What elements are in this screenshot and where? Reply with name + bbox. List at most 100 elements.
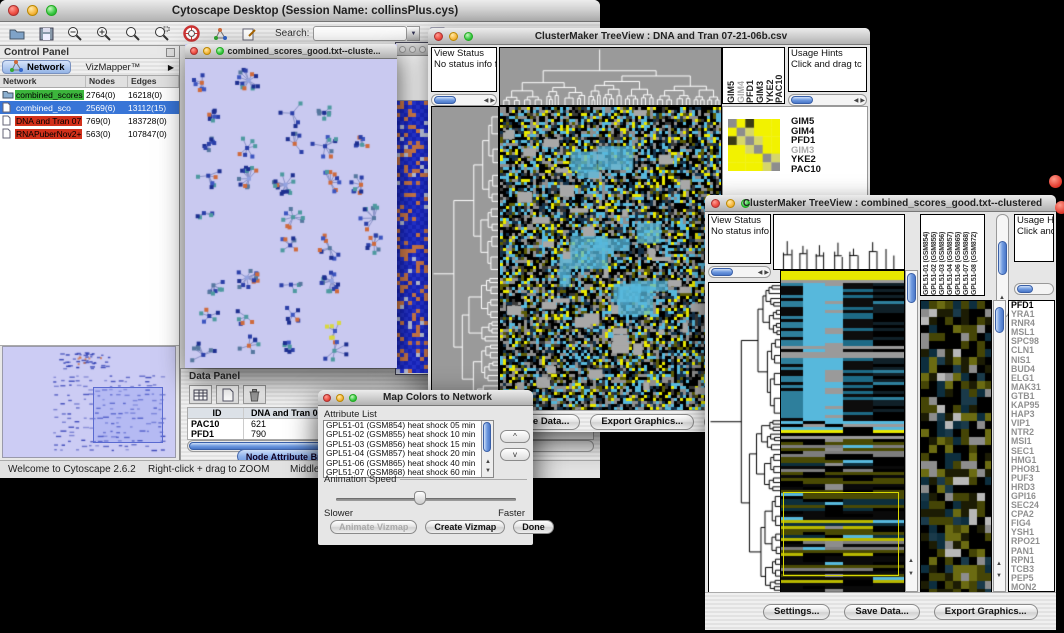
annotation-icon[interactable]: [237, 24, 261, 44]
network-row[interactable]: combined_sco2569(6)13112(15): [0, 101, 179, 114]
scroll-down-icon[interactable]: ▼: [908, 571, 914, 577]
scroll-left-icon[interactable]: ◀: [757, 269, 764, 276]
tab-vizmapper[interactable]: VizMapper™: [85, 62, 140, 73]
help-icon[interactable]: [179, 24, 203, 44]
delete-icon[interactable]: [243, 385, 266, 404]
export-graphics-button[interactable]: Export Graphics...: [934, 604, 1038, 620]
move-down-button[interactable]: v: [500, 448, 530, 461]
col-edges[interactable]: Edges: [128, 76, 179, 87]
network-row[interactable]: DNA and Tran 07769(0)183728(0): [0, 114, 179, 127]
usage-hints-scrollbar[interactable]: ◀ ▶: [788, 94, 867, 106]
scrollbar-thumb[interactable]: [483, 422, 491, 452]
heatmap-canvas[interactable]: [499, 106, 722, 412]
scroll-down-icon[interactable]: ▼: [996, 573, 1002, 579]
view-status-scrollbar[interactable]: ◀ ▶: [431, 94, 497, 106]
background-close-icon[interactable]: [1055, 201, 1064, 214]
main-titlebar[interactable]: Cytoscape Desktop (Session Name: collins…: [0, 0, 600, 22]
scroll-right-icon[interactable]: ▶: [763, 269, 770, 276]
close-button[interactable]: [323, 394, 331, 402]
scroll-right-icon[interactable]: ▶: [489, 97, 496, 104]
settings-button[interactable]: Settings...: [763, 604, 830, 620]
network-overview-panel[interactable]: [2, 346, 176, 458]
gene-label[interactable]: PAC10: [791, 165, 821, 175]
scroll-right-icon[interactable]: ▶: [859, 97, 866, 104]
minimize-button[interactable]: [449, 32, 458, 41]
zoom-heatmap-canvas[interactable]: [920, 300, 992, 594]
array-dendrogram-canvas[interactable]: [499, 47, 722, 106]
network-row[interactable]: RNAPuberNov2+563(0)107847(0): [0, 127, 179, 140]
export-graphics-button[interactable]: Export Graphics...: [590, 414, 694, 430]
minimize-button[interactable]: [203, 47, 211, 55]
heatmap-selection-rect[interactable]: [783, 492, 899, 576]
minimize-button[interactable]: [409, 46, 416, 53]
close-button[interactable]: [8, 5, 19, 16]
array-dendrogram-canvas[interactable]: [773, 214, 905, 270]
gene-label[interactable]: MON2: [1011, 583, 1054, 592]
network-icon[interactable]: [208, 24, 232, 44]
zoom-fit-icon[interactable]: [121, 24, 145, 44]
dialog-titlebar[interactable]: Map Colors to Network: [318, 390, 533, 406]
minimize-button[interactable]: [726, 199, 735, 208]
zoom-button[interactable]: [419, 46, 426, 53]
scroll-up-icon[interactable]: ▲: [485, 459, 491, 465]
network-view-canvas[interactable]: [185, 59, 397, 368]
speed-slider-track[interactable]: [336, 498, 516, 501]
scroll-left-icon[interactable]: ◀: [483, 97, 490, 104]
scrollbar-thumb[interactable]: [1017, 285, 1033, 293]
animate-vizmap-button[interactable]: Animate Vizmap: [330, 520, 417, 534]
tabs-overflow-arrow[interactable]: ▶: [168, 63, 174, 72]
gene-dendrogram-canvas[interactable]: [708, 282, 782, 594]
network-view-titlebar[interactable]: combined_scores_good.txt--cluste...: [185, 44, 397, 59]
genelist-vscrollbar[interactable]: ▲ ▼: [993, 300, 1006, 592]
zoom-in-icon[interactable]: [92, 24, 116, 44]
float-panel-icon[interactable]: [166, 48, 175, 57]
tab-network[interactable]: Network: [2, 60, 71, 74]
treeview-dna-titlebar[interactable]: ClusterMaker TreeView : DNA and Tran 07-…: [428, 28, 870, 45]
scrollbar-thumb[interactable]: [434, 96, 456, 104]
zoom-selected-icon[interactable]: [150, 24, 174, 44]
create-vizmap-button[interactable]: Create Vizmap: [425, 520, 505, 534]
network-row[interactable]: combined_scores2764(0)16218(0): [0, 88, 179, 101]
similarity-matrix-canvas[interactable]: [728, 119, 780, 171]
minimize-button[interactable]: [27, 5, 38, 16]
overview-viewport-rect[interactable]: [93, 387, 163, 443]
search-input[interactable]: [313, 26, 407, 41]
attribute-listbox[interactable]: GPL51-01 (GSM854) heat shock 05 minGPL51…: [323, 420, 494, 478]
zoom-out-icon[interactable]: [63, 24, 87, 44]
treeview-combined-titlebar[interactable]: ClusterMaker TreeView : combined_scores_…: [705, 195, 1056, 212]
new-doc-icon[interactable]: [216, 385, 239, 404]
save-data-button[interactable]: Save Data...: [844, 604, 919, 620]
move-up-button[interactable]: ^: [500, 430, 530, 443]
minimize-button[interactable]: [336, 394, 344, 402]
scrollbar-thumb[interactable]: [907, 273, 916, 303]
col-network[interactable]: Network: [0, 76, 86, 87]
close-button[interactable]: [434, 32, 443, 41]
scrollbar-thumb[interactable]: [791, 96, 813, 104]
scrollbar-thumb[interactable]: [711, 268, 733, 276]
save-icon[interactable]: [34, 24, 58, 44]
file-icon: [0, 115, 15, 126]
done-button[interactable]: Done: [513, 520, 554, 534]
gene-dendrogram-canvas[interactable]: [431, 106, 499, 412]
scroll-up-icon[interactable]: ▲: [996, 561, 1002, 567]
search-dropdown-button[interactable]: ▼: [407, 26, 420, 41]
scrollbar-thumb[interactable]: [998, 241, 1007, 275]
open-icon[interactable]: [5, 24, 29, 44]
close-button[interactable]: [711, 199, 720, 208]
background-close-icon[interactable]: [1049, 175, 1062, 188]
close-button[interactable]: [190, 47, 198, 55]
col-id[interactable]: ID: [188, 408, 244, 418]
speed-slider-thumb[interactable]: [414, 491, 426, 505]
view-status-scrollbar[interactable]: ◀ ▶: [708, 266, 771, 278]
data-panel-toolbar: [189, 385, 266, 404]
col-nodes[interactable]: Nodes: [86, 76, 128, 87]
scroll-left-icon[interactable]: ◀: [853, 97, 860, 104]
usage-hints-scrollbar[interactable]: [1014, 283, 1054, 295]
view-status-text: No status info f: [711, 227, 768, 238]
grid-icon[interactable]: [189, 385, 212, 404]
close-button[interactable]: [399, 46, 406, 53]
heatmap-vscrollbar[interactable]: ▲ ▼: [905, 270, 918, 592]
scrollbar-thumb[interactable]: [995, 307, 1004, 333]
scroll-up-icon[interactable]: ▲: [908, 558, 914, 564]
attribute-list-scrollbar[interactable]: ▲ ▼: [481, 421, 493, 477]
